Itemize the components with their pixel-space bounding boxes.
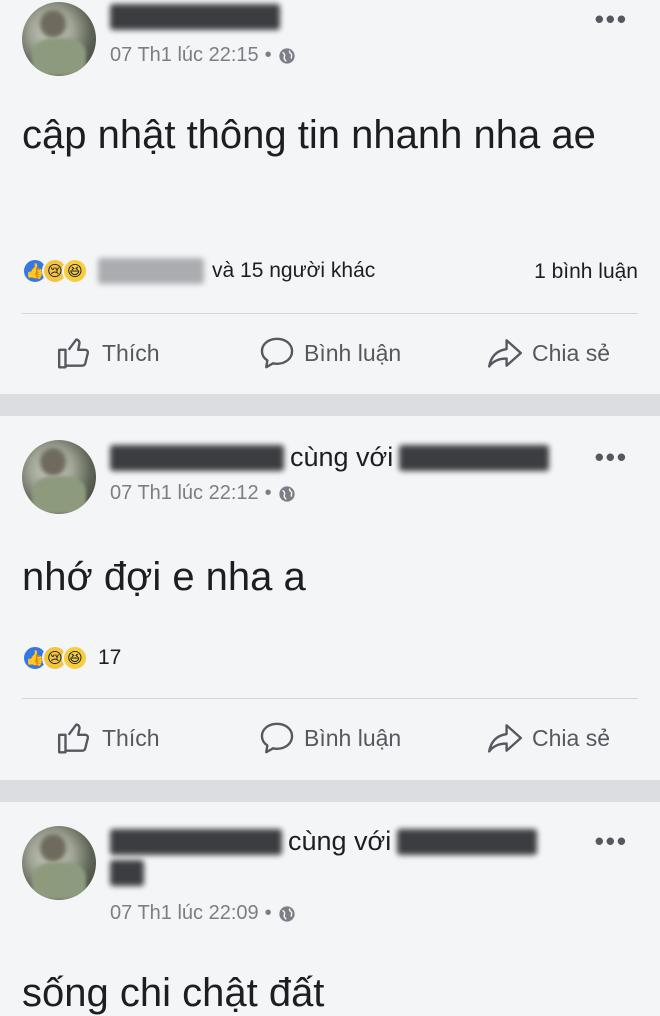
comments-count[interactable]: 1 bình luận bbox=[534, 260, 638, 284]
post-2: cùng với 07 Th1 lúc 22:12 • ••• nhớ đợi … bbox=[0, 416, 660, 780]
like-icon bbox=[57, 723, 90, 754]
more-options-icon[interactable]: ••• bbox=[595, 442, 628, 473]
post-3: cùng với 07 Th1 lúc 22:09 • ••• sống chi… bbox=[0, 802, 660, 1016]
comment-button[interactable]: Bình luận bbox=[258, 719, 401, 757]
with-label: cùng với bbox=[288, 826, 392, 856]
post-1: 07 Th1 lúc 22:15 • ••• cập nhật thông ti… bbox=[0, 0, 660, 394]
post-text: sống chi chật đất bbox=[22, 971, 325, 1015]
like-label: Thích bbox=[102, 339, 160, 366]
redacted-tagged-name[interactable] bbox=[399, 444, 550, 471]
redacted-tagged-name[interactable] bbox=[397, 828, 538, 855]
avatar[interactable] bbox=[22, 826, 96, 900]
share-label: Chia sẻ bbox=[532, 724, 610, 751]
separator-dot: • bbox=[264, 482, 272, 504]
action-bar: Thích Bình luận Chia sẻ bbox=[0, 334, 660, 374]
comment-button[interactable]: Bình luận bbox=[258, 334, 401, 372]
more-options-icon[interactable]: ••• bbox=[595, 826, 628, 857]
timestamp[interactable]: 07 Th1 lúc 22:15 bbox=[110, 44, 259, 67]
avatar[interactable] bbox=[22, 2, 96, 76]
reactions-others: và 15 người khác bbox=[212, 259, 376, 282]
post-text: cập nhật thông tin nhanh nha ae bbox=[22, 113, 596, 157]
like-label: Thích bbox=[102, 724, 160, 751]
post-text: nhớ đợi e nha a bbox=[22, 555, 306, 599]
reactions-summary[interactable]: 👍 😢 😆 và 15 người khác bbox=[22, 258, 375, 284]
avatar[interactable] bbox=[22, 440, 96, 514]
redacted-author-name[interactable] bbox=[110, 444, 284, 471]
post-meta: 07 Th1 lúc 22:12 • bbox=[110, 482, 296, 505]
globe-icon bbox=[279, 485, 295, 502]
redacted-reactor-name bbox=[98, 258, 204, 284]
divider bbox=[22, 698, 638, 699]
share-label: Chia sẻ bbox=[532, 339, 610, 366]
author-line: cùng với bbox=[110, 826, 538, 857]
share-button[interactable]: Chia sẻ bbox=[486, 334, 610, 372]
redacted-author-name[interactable] bbox=[110, 828, 282, 855]
timestamp[interactable]: 07 Th1 lúc 22:12 bbox=[110, 482, 259, 505]
author-line: cùng với bbox=[110, 442, 550, 473]
separator-dot: • bbox=[264, 902, 272, 924]
timestamp[interactable]: 07 Th1 lúc 22:09 bbox=[110, 902, 259, 925]
reactions-count: 17 bbox=[98, 646, 122, 669]
like-button[interactable]: Thích bbox=[56, 719, 160, 757]
divider bbox=[22, 313, 638, 314]
share-button[interactable]: Chia sẻ bbox=[486, 719, 610, 757]
post-meta: 07 Th1 lúc 22:09 • bbox=[110, 902, 296, 925]
share-icon bbox=[487, 724, 523, 753]
reaction-haha-icon: 😆 bbox=[62, 258, 88, 284]
comment-label: Bình luận bbox=[304, 339, 402, 366]
globe-icon bbox=[279, 47, 295, 64]
like-button[interactable]: Thích bbox=[56, 334, 160, 372]
author-line-continued bbox=[110, 860, 144, 886]
author-name[interactable] bbox=[110, 4, 280, 30]
share-icon bbox=[487, 339, 523, 368]
reactions-summary[interactable]: 👍 😢 😆 17 bbox=[22, 645, 121, 671]
post-meta: 07 Th1 lúc 22:15 • bbox=[110, 44, 296, 67]
reaction-haha-icon: 😆 bbox=[62, 645, 88, 671]
like-icon bbox=[57, 338, 90, 369]
with-label: cùng với bbox=[290, 442, 394, 472]
comment-label: Bình luận bbox=[304, 724, 402, 751]
comment-icon bbox=[260, 337, 294, 369]
separator-dot: • bbox=[264, 44, 272, 66]
redacted-tagged-name-continued[interactable] bbox=[110, 860, 144, 886]
action-bar: Thích Bình luận Chia sẻ bbox=[0, 719, 660, 759]
redacted-author-name bbox=[110, 4, 280, 30]
more-options-icon[interactable]: ••• bbox=[595, 4, 628, 35]
reactions-text: và 15 người khác bbox=[98, 258, 375, 284]
comment-icon bbox=[260, 722, 294, 754]
globe-icon bbox=[279, 905, 295, 922]
